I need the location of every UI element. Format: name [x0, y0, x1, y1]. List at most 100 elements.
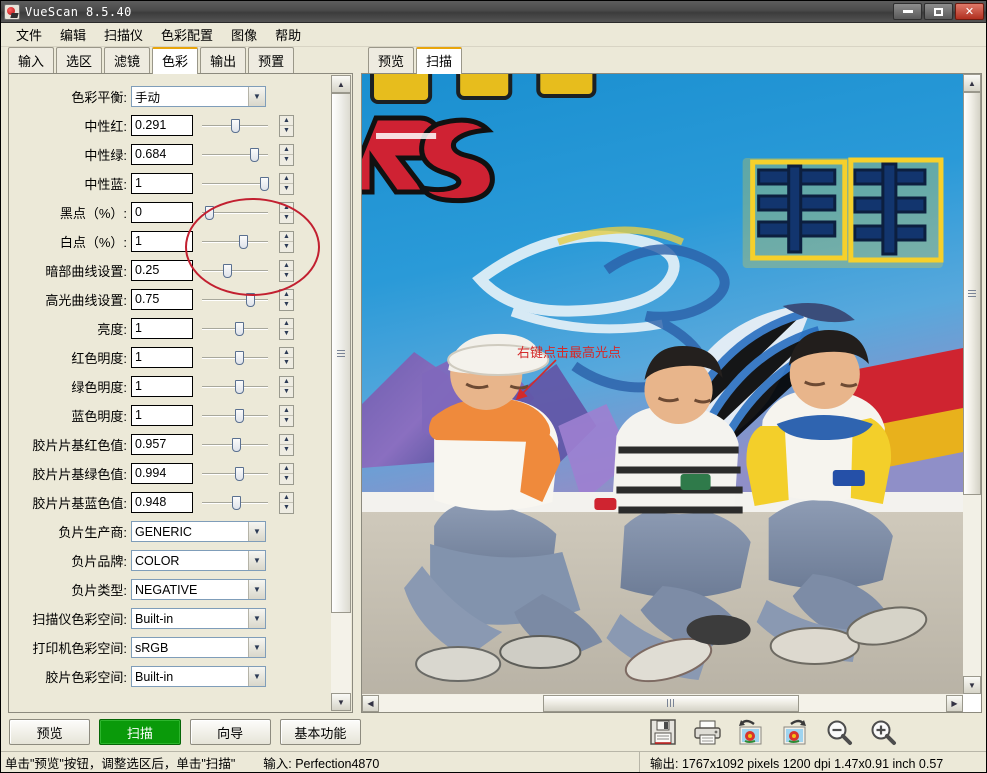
stepper-down-icon[interactable]: ▼: [280, 416, 293, 426]
scroll-trough[interactable]: [331, 93, 351, 693]
scroll-up-button[interactable]: ▲: [331, 75, 351, 93]
setting-value-input[interactable]: 0.948: [131, 492, 193, 513]
stepper-down-icon[interactable]: ▼: [280, 474, 293, 484]
stepper-down-icon[interactable]: ▼: [280, 300, 293, 310]
setting-slider[interactable]: [202, 144, 268, 165]
setting-select[interactable]: GENERIC▼: [131, 521, 266, 542]
setting-select[interactable]: sRGB▼: [131, 637, 266, 658]
slider-thumb[interactable]: [235, 351, 244, 365]
stepper-up-icon[interactable]: ▲: [280, 406, 293, 416]
slider-thumb[interactable]: [235, 467, 244, 481]
setting-select[interactable]: 手动▼: [131, 86, 266, 107]
chevron-down-icon[interactable]: ▼: [248, 638, 265, 657]
minimize-button[interactable]: [893, 3, 922, 20]
tab-input[interactable]: 输入: [8, 47, 54, 74]
stepper-down-icon[interactable]: ▼: [280, 329, 293, 339]
stepper-up-icon[interactable]: ▲: [280, 116, 293, 126]
chevron-down-icon[interactable]: ▼: [248, 87, 265, 106]
setting-value-input[interactable]: 0.25: [131, 260, 193, 281]
stepper-up-icon[interactable]: ▲: [280, 203, 293, 213]
settings-vertical-scrollbar[interactable]: ▲ ▼: [331, 75, 351, 711]
setting-value-input[interactable]: 1: [131, 347, 193, 368]
maximize-button[interactable]: [924, 3, 953, 20]
setting-stepper[interactable]: ▲▼: [279, 463, 294, 485]
stepper-up-icon[interactable]: ▲: [280, 464, 293, 474]
scan-button[interactable]: 扫描: [99, 719, 180, 745]
setting-select[interactable]: COLOR▼: [131, 550, 266, 571]
preview-vertical-scrollbar[interactable]: ▲ ▼: [963, 74, 981, 694]
setting-value-input[interactable]: 1: [131, 376, 193, 397]
menu-item-profile[interactable]: 色彩配置: [152, 23, 222, 46]
slider-thumb[interactable]: [246, 293, 255, 307]
menu-item-edit[interactable]: 编辑: [51, 23, 95, 46]
preview-scroll-up-button[interactable]: ▲: [963, 74, 981, 92]
chevron-down-icon[interactable]: ▼: [248, 667, 265, 686]
print-icon[interactable]: [692, 718, 722, 746]
zoom-out-icon[interactable]: [824, 718, 854, 746]
setting-value-input[interactable]: 1: [131, 173, 193, 194]
setting-slider[interactable]: [202, 405, 268, 426]
chevron-down-icon[interactable]: ▼: [248, 609, 265, 628]
preview-scroll-trough[interactable]: [963, 92, 981, 676]
preview-hscroll-thumb[interactable]: [543, 695, 798, 712]
setting-stepper[interactable]: ▲▼: [279, 492, 294, 514]
preview-scroll-left-button[interactable]: ◀: [362, 695, 379, 712]
stepper-down-icon[interactable]: ▼: [280, 445, 293, 455]
rotate-left-icon[interactable]: [736, 718, 766, 746]
setting-value-input[interactable]: 0.994: [131, 463, 193, 484]
preview-scroll-right-button[interactable]: ▶: [946, 695, 963, 712]
basic-功能-button[interactable]: 基本功能: [280, 719, 361, 745]
setting-select[interactable]: Built-in▼: [131, 666, 266, 687]
scroll-thumb[interactable]: [331, 93, 351, 613]
preview-button[interactable]: 预览: [9, 719, 90, 745]
chevron-down-icon[interactable]: ▼: [248, 551, 265, 570]
preview-horizontal-scrollbar[interactable]: ◀ ▶: [362, 694, 963, 712]
slider-thumb[interactable]: [223, 264, 232, 278]
tab-prefs[interactable]: 预置: [248, 47, 294, 74]
setting-slider[interactable]: [202, 260, 268, 281]
setting-stepper[interactable]: ▲▼: [279, 202, 294, 224]
stepper-down-icon[interactable]: ▼: [280, 387, 293, 397]
menu-item-file[interactable]: 文件: [7, 23, 51, 46]
chevron-down-icon[interactable]: ▼: [248, 580, 265, 599]
tab-scan[interactable]: 扫描: [416, 47, 462, 74]
zoom-in-icon[interactable]: [868, 718, 898, 746]
stepper-down-icon[interactable]: ▼: [280, 503, 293, 513]
menu-item-scanner[interactable]: 扫描仪: [95, 23, 152, 46]
setting-slider[interactable]: [202, 202, 268, 223]
setting-stepper[interactable]: ▲▼: [279, 231, 294, 253]
tab-output[interactable]: 输出: [200, 47, 246, 74]
scroll-down-button[interactable]: ▼: [331, 693, 351, 711]
preview-hscroll-trough[interactable]: [379, 695, 946, 712]
slider-thumb[interactable]: [232, 438, 241, 452]
close-button[interactable]: ✕: [955, 3, 984, 20]
stepper-down-icon[interactable]: ▼: [280, 271, 293, 281]
setting-stepper[interactable]: ▲▼: [279, 318, 294, 340]
preview-scroll-thumb[interactable]: [963, 92, 981, 495]
setting-slider[interactable]: [202, 376, 268, 397]
setting-stepper[interactable]: ▲▼: [279, 347, 294, 369]
slider-thumb[interactable]: [235, 409, 244, 423]
setting-value-input[interactable]: 0: [131, 202, 193, 223]
slider-thumb[interactable]: [235, 322, 244, 336]
slider-thumb[interactable]: [250, 148, 259, 162]
save-icon[interactable]: [648, 718, 678, 746]
tab-filter[interactable]: 滤镜: [104, 47, 150, 74]
rotate-right-icon[interactable]: [780, 718, 810, 746]
setting-stepper[interactable]: ▲▼: [279, 260, 294, 282]
wizard-button[interactable]: 向导: [190, 719, 271, 745]
slider-thumb[interactable]: [205, 206, 214, 220]
slider-thumb[interactable]: [231, 119, 240, 133]
tab-preview[interactable]: 预览: [368, 47, 414, 74]
chevron-down-icon[interactable]: ▼: [248, 522, 265, 541]
setting-select[interactable]: NEGATIVE▼: [131, 579, 266, 600]
setting-value-input[interactable]: 0.75: [131, 289, 193, 310]
scanned-image-area[interactable]: 右键点击最高光点: [362, 74, 963, 694]
menu-item-help[interactable]: 帮助: [266, 23, 310, 46]
setting-value-input[interactable]: 0.684: [131, 144, 193, 165]
menu-item-image[interactable]: 图像: [222, 23, 266, 46]
setting-stepper[interactable]: ▲▼: [279, 115, 294, 137]
stepper-down-icon[interactable]: ▼: [280, 242, 293, 252]
stepper-up-icon[interactable]: ▲: [280, 290, 293, 300]
stepper-up-icon[interactable]: ▲: [280, 145, 293, 155]
